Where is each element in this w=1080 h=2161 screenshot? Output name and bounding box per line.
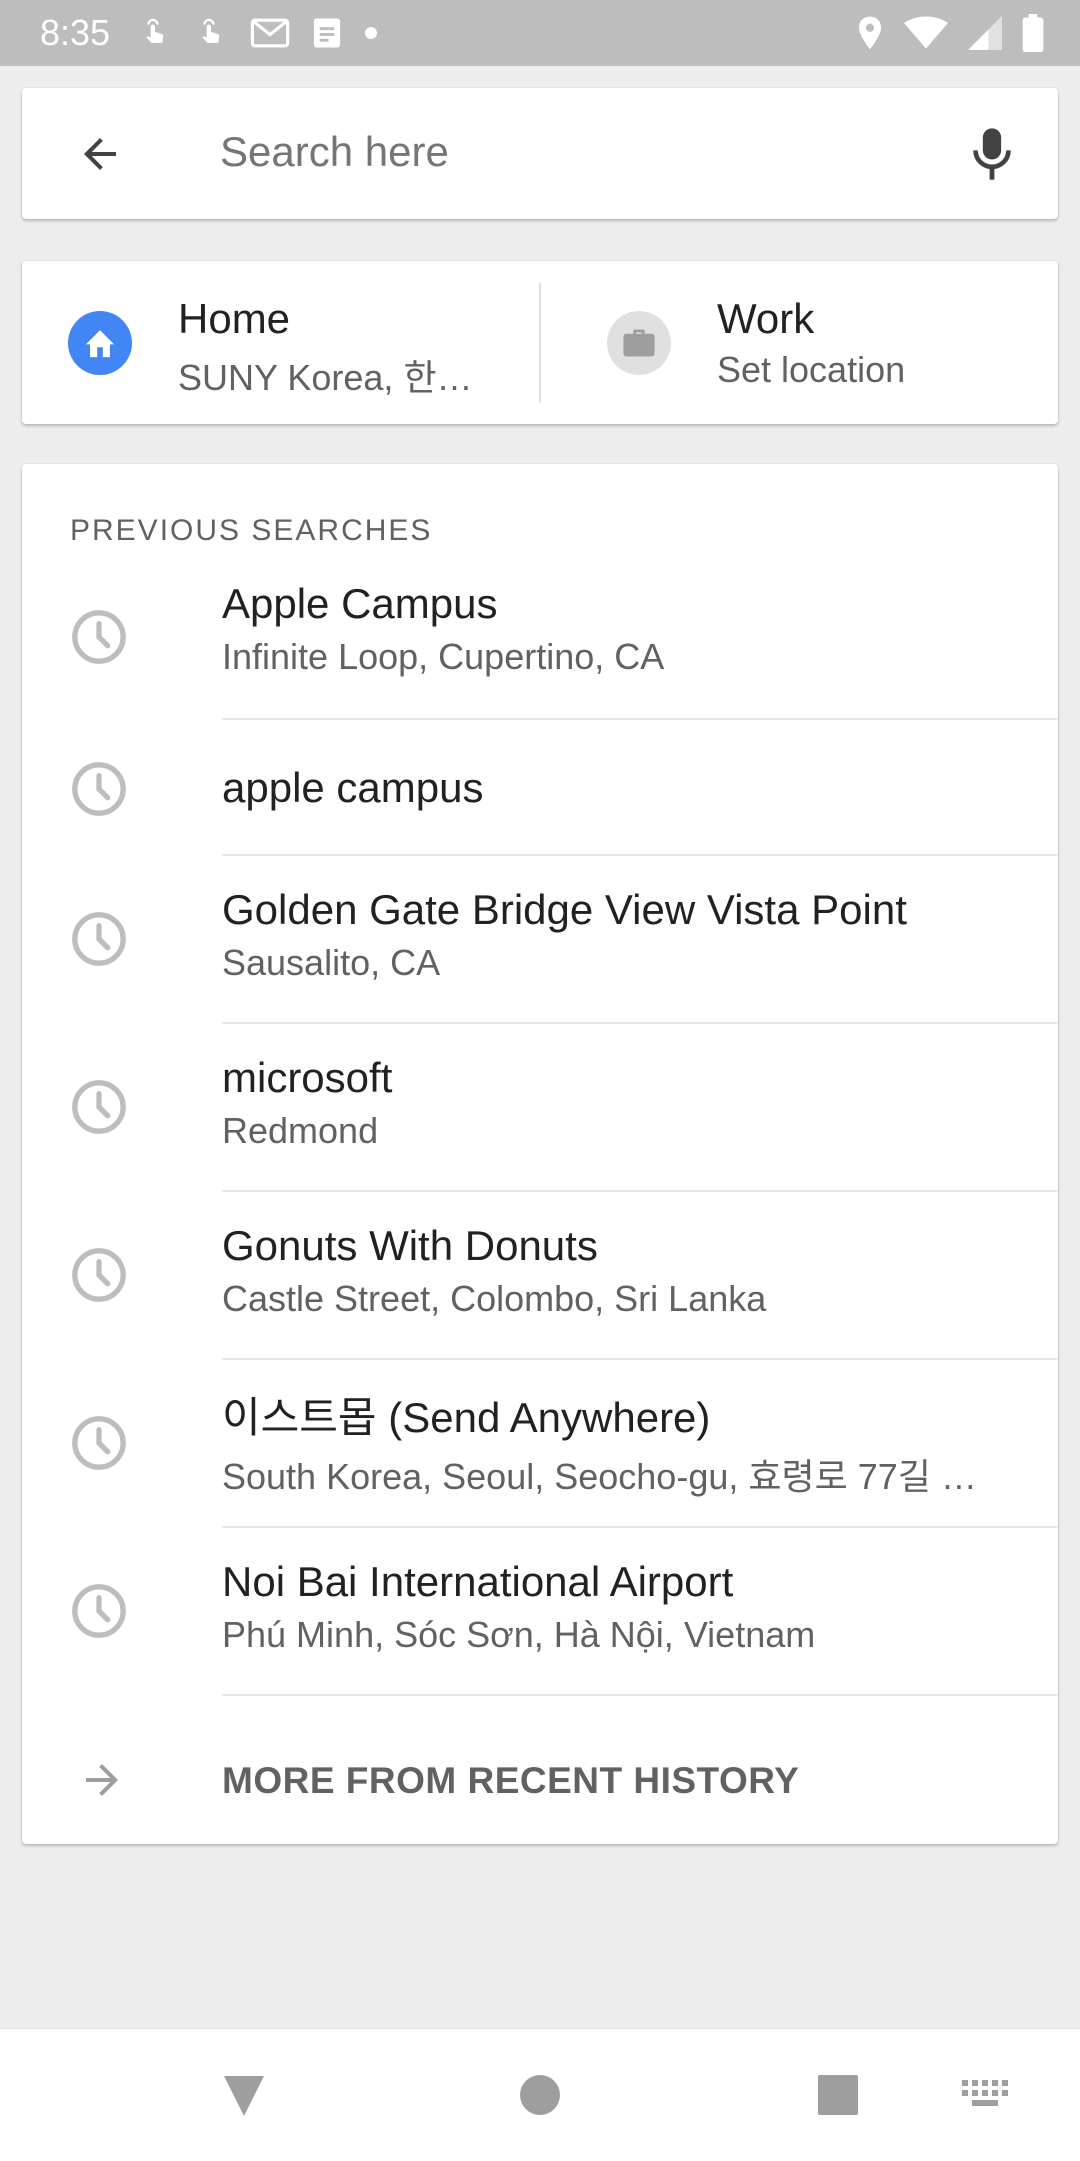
nav-recents-icon[interactable] (808, 2065, 868, 2125)
history-item-name: Noi Bai International Airport (222, 1558, 734, 1605)
more-history-button[interactable]: MORE FROM RECENT HISTORY (22, 1720, 1058, 1840)
briefcase-icon (607, 311, 671, 375)
history-item-address: Castle Street, Colombo, Sri Lanka (222, 1278, 767, 1319)
history-item[interactable]: apple campus (22, 720, 1058, 856)
mic-icon[interactable] (962, 122, 1022, 186)
dot-icon (364, 26, 378, 40)
history-item-name: 이스트몹 (Send Anywhere) (222, 1394, 711, 1441)
nav-back-icon[interactable] (214, 2065, 274, 2125)
home-title: Home (178, 295, 291, 342)
history-item-address: Sausalito, CA (222, 942, 441, 983)
work-status: Set location (717, 349, 906, 390)
gmail-icon (250, 17, 290, 49)
history-item-address: South Korea, Seoul, Seocho-gu, 효령로 77길 … (222, 1456, 977, 1497)
home-shortcut[interactable]: Home SUNY Korea, 한… (22, 261, 539, 424)
battery-icon (1022, 14, 1044, 52)
section-title: PREVIOUS SEARCHES (70, 514, 433, 547)
history-item-name: Golden Gate Bridge View Vista Point (222, 886, 907, 933)
separator (222, 1694, 1058, 1696)
work-title: Work (717, 295, 815, 342)
previous-searches-card: PREVIOUS SEARCHES Apple Campus Infinite … (22, 464, 1058, 1844)
work-shortcut[interactable]: Work Set location (541, 261, 1058, 424)
status-bar: 8:35 (0, 0, 1080, 66)
saved-places-card: Home SUNY Korea, 한… Work Set location (22, 261, 1058, 424)
home-address: SUNY Korea, 한… (178, 357, 473, 398)
more-history-label: MORE FROM RECENT HISTORY (222, 1760, 800, 1801)
navigation-bar (0, 2028, 1080, 2161)
search-bar[interactable]: Search here (22, 88, 1058, 219)
history-item-name: microsoft (222, 1054, 393, 1101)
history-clock-icon (70, 608, 128, 666)
notes-icon (312, 17, 342, 49)
status-time: 8:35 (40, 12, 111, 53)
keyboard-icon[interactable] (956, 2065, 1016, 2125)
history-clock-icon (70, 910, 128, 968)
signal-icon (968, 16, 1002, 50)
touch-icon (138, 15, 172, 51)
touch-icon (194, 15, 228, 51)
search-input[interactable]: Search here (220, 128, 449, 176)
history-item[interactable]: 이스트몹 (Send Anywhere) South Korea, Seoul,… (22, 1360, 1058, 1528)
arrow-back-icon[interactable] (70, 124, 130, 184)
home-icon (68, 311, 132, 375)
history-item-name: Gonuts With Donuts (222, 1222, 598, 1269)
history-item[interactable]: Gonuts With Donuts Castle Street, Colomb… (22, 1192, 1058, 1360)
arrow-forward-icon (72, 1750, 132, 1810)
history-item[interactable]: microsoft Redmond (22, 1024, 1058, 1192)
history-item-address: Infinite Loop, Cupertino, CA (222, 636, 665, 677)
history-item[interactable]: Noi Bai International Airport Phú Minh, … (22, 1528, 1058, 1696)
history-clock-icon (70, 1414, 128, 1472)
wifi-icon (904, 16, 948, 50)
history-clock-icon (70, 1582, 128, 1640)
history-item[interactable]: Golden Gate Bridge View Vista Point Saus… (22, 856, 1058, 1024)
history-item-address: Phú Minh, Sóc Sơn, Hà Nội, Vietnam (222, 1614, 816, 1655)
nav-home-icon[interactable] (510, 2065, 570, 2125)
history-item-name: apple campus (222, 764, 484, 811)
history-item-address: Redmond (222, 1110, 379, 1151)
history-clock-icon (70, 1078, 128, 1136)
history-item-name: Apple Campus (222, 580, 498, 627)
history-clock-icon (70, 1246, 128, 1304)
location-icon (856, 15, 884, 51)
history-clock-icon (70, 760, 128, 818)
history-item[interactable]: Apple Campus Infinite Loop, Cupertino, C… (22, 554, 1058, 720)
